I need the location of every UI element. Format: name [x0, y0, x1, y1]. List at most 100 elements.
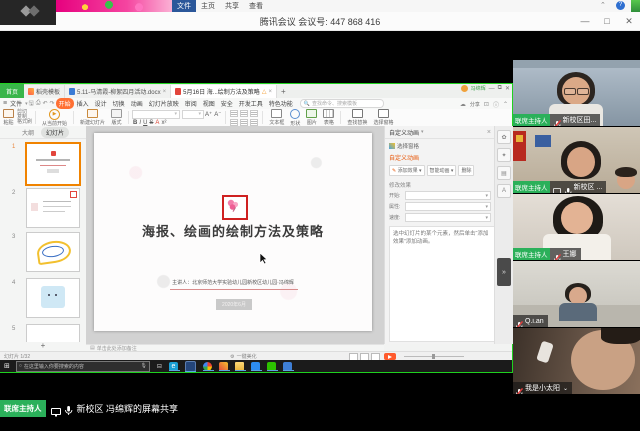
- slide-thumbnail-3[interactable]: [26, 232, 80, 272]
- outline-tab[interactable]: 大纲: [17, 127, 39, 138]
- wps-home-tab[interactable]: 首页: [0, 84, 24, 98]
- user-avatar[interactable]: [461, 85, 468, 92]
- wps-tab-docer[interactable]: 稻壳模板: [24, 85, 65, 98]
- participant-tile-4[interactable]: Q.i.an: [513, 261, 640, 327]
- bold-button[interactable]: B: [133, 120, 137, 126]
- collapse-ribbon-icon[interactable]: ⌃: [503, 101, 508, 108]
- maximize-button[interactable]: □: [596, 12, 618, 30]
- custom-animation-label[interactable]: 自定义动画: [389, 153, 491, 162]
- property-select[interactable]: ▾: [405, 202, 491, 211]
- italic-button[interactable]: I: [139, 120, 141, 126]
- explorer-tab-share[interactable]: 共享: [220, 0, 244, 12]
- picture-button[interactable]: 图片: [303, 108, 320, 127]
- align-center-button[interactable]: [240, 119, 248, 126]
- zoom-slider[interactable]: [404, 356, 464, 357]
- participant-tile-2[interactable]: 联席主持人 新校区 ...: [513, 127, 640, 193]
- participant-tile-5[interactable]: 我是小太阳 ⌄: [513, 328, 640, 394]
- slide-thumbnail-2[interactable]: [26, 188, 80, 228]
- font-color-button[interactable]: A: [155, 120, 159, 126]
- table-button[interactable]: 表格: [320, 108, 337, 127]
- wordart-icon[interactable]: A: [497, 184, 511, 198]
- animation-icon[interactable]: ✦: [497, 148, 511, 162]
- strikethrough-button[interactable]: S: [149, 120, 153, 126]
- bullets-button[interactable]: [230, 110, 238, 117]
- ribbon-tab-devtools[interactable]: 开发工具: [236, 98, 266, 109]
- pane-close-icon[interactable]: ×: [487, 129, 491, 136]
- properties-icon[interactable]: ✿: [497, 130, 511, 144]
- cloud-sync-icon[interactable]: ☁: [460, 101, 466, 108]
- ribbon-tab-slideshow[interactable]: 幻灯片放映: [146, 98, 182, 109]
- wps-restore-button[interactable]: ⧉: [498, 85, 502, 92]
- indent-button[interactable]: [250, 110, 258, 117]
- slide-thumbnail-4[interactable]: [26, 278, 80, 318]
- slide-thumbnail-5[interactable]: [26, 324, 80, 344]
- slide-thumbnail-1[interactable]: [25, 142, 81, 186]
- help-icon[interactable]: ?: [616, 1, 625, 10]
- font-size-select[interactable]: ▾: [182, 110, 204, 119]
- selection-pane-link[interactable]: 选择窗格: [397, 142, 419, 150]
- find-replace-button[interactable]: 查找替换: [344, 108, 370, 127]
- ribbon-tab-view[interactable]: 视图: [200, 98, 218, 109]
- app-icon-green[interactable]: [631, 0, 640, 12]
- slide-presenter-line[interactable]: 主讲人：北京师范大学实验幼儿园新校区幼儿园·冯绵辉: [94, 279, 372, 286]
- explorer-tab-view[interactable]: 查看: [244, 0, 268, 12]
- wps-tab-presentation-active[interactable]: 5月16日 海...绘制方法及策略 △ ×: [171, 85, 277, 98]
- superscript-button[interactable]: x²: [161, 120, 166, 126]
- ribbon-tab-review[interactable]: 审阅: [182, 98, 200, 109]
- numbering-button[interactable]: [240, 110, 248, 117]
- layout-button[interactable]: 版式: [108, 108, 125, 127]
- close-button[interactable]: ✕: [618, 12, 640, 30]
- new-slide-button[interactable]: 新建幻灯片: [77, 108, 108, 127]
- chevron-down-icon[interactable]: ▾: [421, 129, 424, 135]
- slideshow-play-button[interactable]: [384, 353, 396, 360]
- selected-flower-image[interactable]: [222, 195, 248, 220]
- shape-button[interactable]: 形状: [287, 108, 303, 128]
- smart-animation-button[interactable]: 智能动画 ▾: [427, 165, 457, 176]
- one-key-beautify-button[interactable]: 一键美化: [237, 353, 257, 360]
- selection-pane-button[interactable]: 选择窗格: [370, 108, 396, 127]
- align-right-button[interactable]: [250, 119, 258, 126]
- redo-icon[interactable]: ↷: [50, 100, 55, 107]
- background-icon[interactable]: ▤: [497, 166, 511, 180]
- explorer-tab-file[interactable]: 文件: [172, 0, 196, 12]
- start-button[interactable]: ⊞: [4, 362, 10, 370]
- explorer-tab-home[interactable]: 主页: [196, 0, 220, 12]
- play-from-current-button[interactable]: ▶ 从当前开始: [39, 108, 70, 128]
- ribbon-tab-animation[interactable]: 动画: [128, 98, 146, 109]
- start-select[interactable]: ▾: [405, 191, 491, 200]
- new-tab-button[interactable]: +: [277, 87, 290, 96]
- textbox-button[interactable]: 文本框: [266, 108, 287, 127]
- undo-icon[interactable]: ↶: [43, 100, 48, 107]
- slides-tab[interactable]: 幻灯片: [41, 127, 69, 138]
- format-painter-button[interactable]: 格式刷: [17, 120, 32, 125]
- participant-tile-1[interactable]: 联席主持人 新校区田...: [513, 60, 640, 126]
- slide-date-box[interactable]: 2020年6月: [216, 299, 252, 310]
- comment-icon[interactable]: ⊡: [484, 101, 489, 108]
- tab-close-icon[interactable]: ×: [163, 89, 167, 95]
- speed-select[interactable]: ▾: [405, 213, 491, 222]
- align-left-button[interactable]: [230, 119, 238, 126]
- wps-minimize-button[interactable]: —: [489, 86, 495, 92]
- share-button[interactable]: 分享: [470, 101, 480, 108]
- notes-bar[interactable]: ▤ 单击此处添加备注: [86, 344, 384, 351]
- chevron-up-icon[interactable]: ⌃: [600, 1, 606, 9]
- current-slide[interactable]: 海报、绘画的绘制方法及策略 主讲人：北京师范大学实验幼儿园新校区幼儿园·冯绵辉 …: [94, 133, 372, 331]
- tab-close-icon[interactable]: ×: [268, 89, 272, 95]
- font-increase-icon[interactable]: A⁺: [205, 111, 212, 118]
- print-icon[interactable]: ⎙: [36, 100, 41, 107]
- gear-icon[interactable]: ⚙: [230, 354, 234, 360]
- slide-title[interactable]: 海报、绘画的绘制方法及策略: [94, 221, 372, 240]
- ribbon-tab-security[interactable]: 安全: [218, 98, 236, 109]
- add-effect-button[interactable]: ✎ 添加效果 ▾: [389, 165, 425, 176]
- taskbar-search-input[interactable]: ○ 在这里输入你要搜索的内容 🎙: [16, 361, 150, 372]
- wps-close-button[interactable]: ✕: [505, 85, 510, 92]
- info-icon[interactable]: ⓘ: [493, 100, 499, 109]
- delete-effect-button[interactable]: 删除: [458, 165, 474, 176]
- underline-button[interactable]: U: [143, 120, 147, 126]
- slide-canvas[interactable]: 海报、绘画的绘制方法及策略 主讲人：北京师范大学实验幼儿园新校区幼儿园·冯绵辉 …: [86, 126, 384, 344]
- expand-strip-button[interactable]: »: [497, 258, 511, 286]
- ribbon-search-input[interactable]: 🔍 查找命令、搜索模板: [300, 99, 384, 108]
- paste-button[interactable]: 粘贴: [0, 108, 17, 127]
- font-decrease-icon[interactable]: A⁻: [214, 111, 221, 118]
- participant-tile-3[interactable]: 联席主持人 王娜: [513, 194, 640, 260]
